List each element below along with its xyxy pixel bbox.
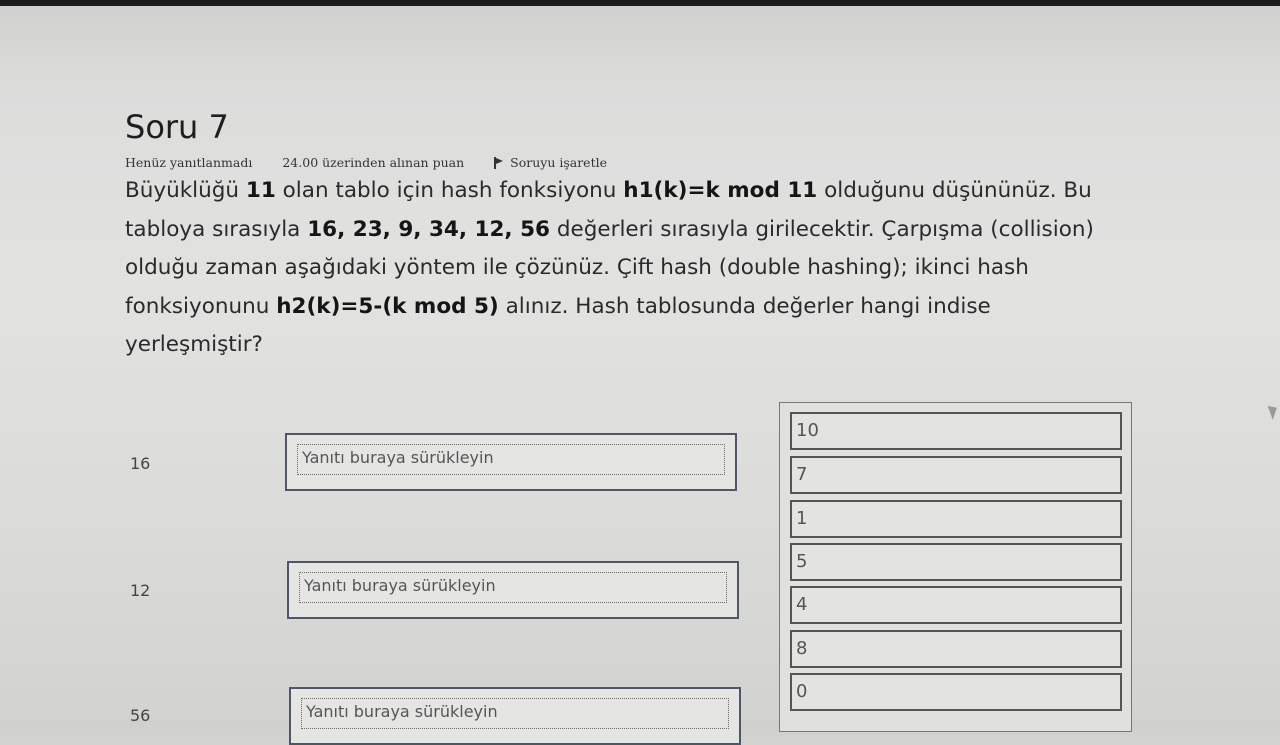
flag-question-label: Soruyu işaretle bbox=[510, 155, 607, 170]
drop-placeholder: Yanıtı buraya sürükleyin bbox=[297, 444, 725, 475]
answer-drop-zone[interactable]: Yanıtı buraya sürükleyin bbox=[285, 433, 737, 491]
draggable-choice[interactable]: 10 bbox=[790, 412, 1122, 450]
answer-drop-zone[interactable]: Yanıtı buraya sürükleyin bbox=[287, 561, 739, 619]
question-text-bold: h1(k)=k mod 11 bbox=[623, 178, 818, 203]
answer-drop-zone[interactable]: Yanıtı buraya sürükleyin bbox=[289, 687, 741, 745]
drop-placeholder: Yanıtı buraya sürükleyin bbox=[299, 572, 727, 603]
draggable-choice[interactable]: 5 bbox=[790, 543, 1122, 581]
drop-placeholder: Yanıtı buraya sürükleyin bbox=[301, 698, 729, 729]
draggable-choice[interactable]: 4 bbox=[790, 586, 1122, 624]
question-text-part: olan tablo için hash fonksiyonu bbox=[275, 178, 624, 203]
draggable-choice[interactable]: 1 bbox=[790, 500, 1122, 538]
flag-question-link[interactable]: Soruyu işaretle bbox=[494, 155, 607, 170]
row-key-label: 56 bbox=[130, 706, 151, 725]
mouse-cursor-icon bbox=[1267, 403, 1280, 420]
answer-status: Henüz yanıtlanmadı bbox=[125, 155, 253, 170]
flag-icon bbox=[494, 156, 504, 169]
question-points: 24.00 üzerinden alınan puan bbox=[282, 155, 465, 170]
question-text: Büyüklüğü 11 olan tablo için hash fonksi… bbox=[125, 172, 1125, 365]
question-text-bold: 11 bbox=[245, 178, 276, 203]
draggable-choice[interactable]: 7 bbox=[790, 456, 1122, 494]
row-key-label: 16 bbox=[130, 454, 151, 473]
question-meta: Henüz yanıtlanmadı 24.00 üzerinden alına… bbox=[125, 155, 607, 170]
question-text-bold: 16, 23, 9, 34, 12, 56 bbox=[307, 216, 551, 242]
draggable-choice[interactable]: 0 bbox=[790, 673, 1122, 711]
row-key-label: 12 bbox=[130, 581, 151, 600]
question-title: Soru 7 bbox=[125, 108, 229, 146]
question-text-bold: h2(k)=5-(k mod 5) bbox=[276, 293, 499, 319]
question-text-part: Büyüklüğü bbox=[125, 178, 246, 203]
answer-choices-panel: 10 7 1 5 4 8 0 bbox=[779, 402, 1132, 732]
screen-top-edge bbox=[0, 0, 1280, 6]
draggable-choice[interactable]: 8 bbox=[790, 630, 1122, 668]
